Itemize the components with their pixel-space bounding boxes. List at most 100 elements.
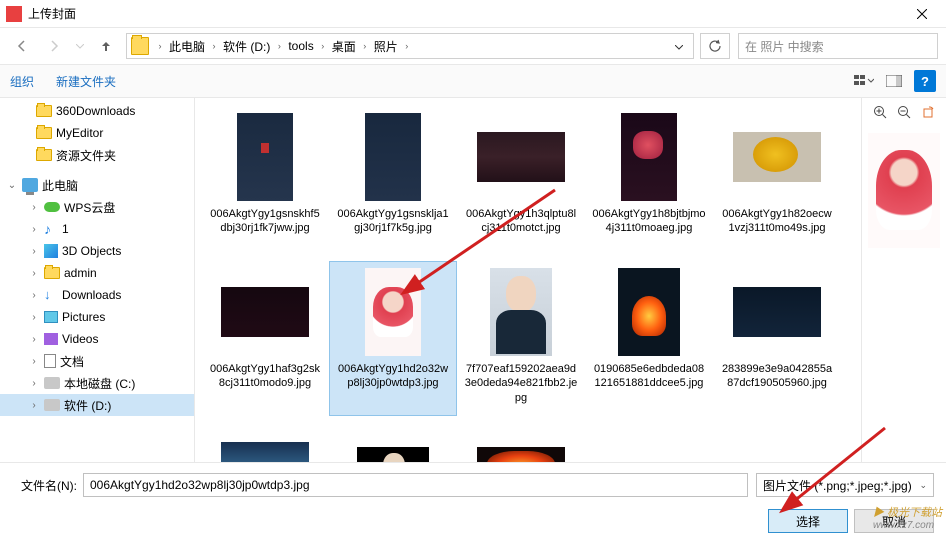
file-item[interactable]: 006AkgtYgy1h82oecw1vzj311t0mo49s.jpg — [713, 106, 841, 261]
file-item[interactable]: 006AkgtYgy1h3qlptu8lcj311t0motct.jpg — [457, 106, 585, 261]
recent-dropdown[interactable] — [72, 33, 88, 59]
folder-tree[interactable]: 360Downloads MyEditor 资源文件夹 ⌄此电脑 ›WPS云盘›… — [0, 98, 195, 462]
tree-item[interactable]: ›本地磁盘 (C:) — [0, 372, 194, 394]
tree-item[interactable]: ›admin — [0, 262, 194, 284]
tree-item[interactable]: › 软件 (D:) — [0, 394, 194, 416]
chevron-right-icon: › — [358, 41, 372, 51]
search-input[interactable]: 在 照片 中搜索 — [738, 33, 938, 59]
organize-menu[interactable]: 组织 — [10, 73, 34, 90]
breadcrumb-segment[interactable]: 软件 (D:) — [221, 38, 272, 55]
cloud-icon — [44, 202, 60, 212]
disk-icon — [44, 399, 60, 411]
breadcrumb-segment[interactable]: 照片 — [372, 38, 400, 55]
expand-toggle-icon[interactable]: › — [28, 334, 40, 345]
dl-icon: ↓ — [44, 288, 58, 302]
tree-item[interactable]: ›3D Objects — [0, 240, 194, 262]
open-button[interactable]: 选择 — [768, 509, 848, 533]
zoom-out-button[interactable] — [893, 102, 915, 122]
file-thumbnail — [333, 266, 453, 358]
breadcrumb-dropdown[interactable] — [669, 37, 689, 55]
folder-icon — [131, 37, 149, 55]
expand-toggle-icon[interactable]: › — [28, 356, 40, 367]
file-item[interactable]: 006AkgtYgy1h8bjtbjmo4j311t0moaeg.jpg — [585, 106, 713, 261]
file-name-label: 006AkgtYgy1h82oecw1vzj311t0mo49s.jpg — [718, 207, 836, 236]
file-item[interactable]: 006AkgtYgy1gsnskhf5dbj30rj1fk7jww.jpg — [201, 106, 329, 261]
tree-item[interactable]: ›Videos — [0, 328, 194, 350]
tree-item[interactable]: › Pictures — [0, 306, 194, 328]
tree-item[interactable]: › ♪ 1 — [0, 218, 194, 240]
new-folder-button[interactable]: 新建文件夹 — [56, 73, 116, 90]
breadcrumb-segment[interactable]: 桌面 — [330, 38, 358, 55]
file-item[interactable] — [457, 416, 585, 462]
folder-icon — [36, 127, 52, 139]
filename-label: 文件名(N): — [12, 477, 77, 494]
main-area: 360Downloads MyEditor 资源文件夹 ⌄此电脑 ›WPS云盘›… — [0, 98, 946, 462]
expand-toggle-icon[interactable]: › — [28, 312, 40, 323]
window-title: 上传封面 — [28, 5, 902, 22]
chevron-right-icon: › — [153, 41, 167, 51]
file-thumbnail — [461, 111, 581, 203]
back-button[interactable] — [8, 33, 36, 59]
file-name-label: 006AkgtYgy1h3qlptu8lcj311t0motct.jpg — [462, 207, 580, 236]
preview-thumbnail — [866, 130, 942, 250]
filetype-filter[interactable]: 图片文件 (*.png;*.jpeg;*.jpg) ⌄ — [756, 473, 934, 497]
breadcrumbs[interactable]: › 此电脑 › 软件 (D:) › tools › 桌面 › 照片 › — [126, 33, 694, 59]
music-icon: ♪ — [44, 222, 58, 236]
breadcrumb-segment[interactable]: tools — [286, 39, 315, 53]
tree-label: 软件 (D:) — [64, 397, 111, 414]
file-item[interactable]: 283899e3e9a042855a87dcf190505960.jpg — [713, 261, 841, 416]
expand-toggle-icon[interactable]: › — [28, 290, 40, 301]
file-name-label: 0190685e6edbdeda08121651881ddcee5.jpg — [590, 362, 708, 391]
expand-toggle-icon[interactable]: › — [28, 268, 40, 279]
file-thumbnail — [589, 111, 709, 203]
file-thumbnail — [205, 266, 325, 358]
app-icon — [6, 6, 22, 22]
breadcrumb-segment[interactable]: 此电脑 — [167, 38, 207, 55]
view-options-button[interactable] — [850, 69, 878, 93]
tree-folder[interactable]: 资源文件夹 — [0, 144, 194, 166]
watermark: ▶ 极光下载站 www.xz7.com — [873, 504, 942, 531]
file-thumbnail — [717, 111, 837, 203]
file-item[interactable]: 0190685e6edbdeda08121651881ddcee5.jpg — [585, 261, 713, 416]
tree-this-pc[interactable]: ⌄ 此电脑 — [0, 174, 194, 196]
folder-icon — [44, 267, 60, 279]
tree-item[interactable]: ›文档 — [0, 350, 194, 372]
tree-folder[interactable]: 360Downloads — [0, 100, 194, 122]
zoom-in-button[interactable] — [869, 102, 891, 122]
tree-item[interactable]: ›↓Downloads — [0, 284, 194, 306]
tree-label: Pictures — [62, 310, 105, 324]
file-item[interactable]: 7f707eaf159202aea9d3e0deda94e821fbb2.jep… — [457, 261, 585, 416]
expand-toggle-icon[interactable]: › — [28, 378, 40, 389]
file-grid[interactable]: 006AkgtYgy1gsnskhf5dbj30rj1fk7jww.jpg006… — [195, 98, 861, 462]
close-button[interactable] — [902, 0, 942, 27]
file-item[interactable]: 006AkgtYgy1hd2o32wp8lj30jp0wtdp3.jpg — [329, 261, 457, 416]
expand-toggle-icon[interactable]: ⌄ — [6, 180, 18, 191]
up-button[interactable] — [92, 33, 120, 59]
file-thumbnail — [205, 111, 325, 203]
help-button[interactable]: ? — [914, 70, 936, 92]
tree-item[interactable]: › WPS云盘 — [0, 196, 194, 218]
refresh-button[interactable] — [700, 33, 730, 59]
expand-toggle-icon[interactable]: › — [28, 224, 40, 235]
file-name-label: 006AkgtYgy1haf3g2sk8cj311t0modo9.jpg — [206, 362, 324, 391]
expand-toggle-icon[interactable]: › — [28, 202, 40, 213]
forward-button[interactable] — [40, 33, 68, 59]
tree-label: WPS云盘 — [64, 199, 115, 216]
expand-toggle-icon[interactable]: › — [28, 246, 40, 257]
file-thumbnail — [461, 266, 581, 358]
file-name-label: 7f707eaf159202aea9d3e0deda94e821fbb2.jep… — [462, 362, 580, 405]
expand-toggle-icon[interactable]: › — [28, 400, 40, 411]
preview-pane-button[interactable] — [880, 69, 908, 93]
filename-input[interactable] — [83, 473, 748, 497]
tree-folder[interactable]: MyEditor — [0, 122, 194, 144]
rotate-button[interactable] — [917, 102, 939, 122]
file-item[interactable]: 006AkgtYgy1haf3g2sk8cj311t0modo9.jpg — [201, 261, 329, 416]
file-item[interactable] — [329, 416, 457, 462]
folder-icon — [36, 149, 52, 161]
search-placeholder: 在 照片 中搜索 — [745, 38, 824, 55]
file-item[interactable]: 006AkgtYgy1gsnsklja1gj30rj1f7k5g.jpg — [329, 106, 457, 261]
file-name-label: 006AkgtYgy1h8bjtbjmo4j311t0moaeg.jpg — [590, 207, 708, 236]
tree-label: 1 — [62, 222, 69, 236]
file-item[interactable] — [201, 416, 329, 462]
tree-label: 此电脑 — [42, 177, 78, 194]
